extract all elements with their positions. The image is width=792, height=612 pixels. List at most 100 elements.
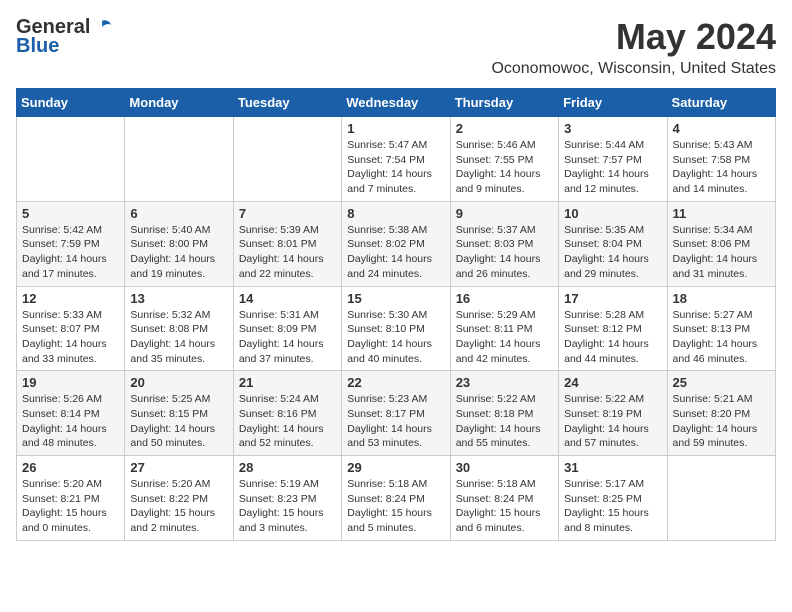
day-info: Sunrise: 5:25 AMSunset: 8:15 PMDaylight:… [130,392,227,451]
day-info: Sunrise: 5:20 AMSunset: 8:21 PMDaylight:… [22,477,119,536]
day-number: 12 [22,291,119,306]
table-row: 18Sunrise: 5:27 AMSunset: 8:13 PMDayligh… [667,286,775,371]
header: General Blue May 2024 Oconomowoc, Wiscon… [16,16,776,78]
day-info: Sunrise: 5:29 AMSunset: 8:11 PMDaylight:… [456,308,553,367]
day-info: Sunrise: 5:20 AMSunset: 8:22 PMDaylight:… [130,477,227,536]
logo-blue: Blue [16,35,59,58]
day-number: 5 [22,206,119,221]
day-info: Sunrise: 5:30 AMSunset: 8:10 PMDaylight:… [347,308,444,367]
day-info: Sunrise: 5:28 AMSunset: 8:12 PMDaylight:… [564,308,661,367]
day-number: 3 [564,121,661,136]
day-info: Sunrise: 5:23 AMSunset: 8:17 PMDaylight:… [347,392,444,451]
day-number: 7 [239,206,336,221]
logo: General Blue [16,16,113,58]
col-saturday: Saturday [667,89,775,117]
calendar-week-row: 1Sunrise: 5:47 AMSunset: 7:54 PMDaylight… [17,117,776,202]
day-info: Sunrise: 5:22 AMSunset: 8:19 PMDaylight:… [564,392,661,451]
col-thursday: Thursday [450,89,558,117]
day-info: Sunrise: 5:38 AMSunset: 8:02 PMDaylight:… [347,223,444,282]
table-row: 9 Sunrise: 5:37 AMSunset: 8:03 PMDaylight… [450,201,558,286]
day-number: 29 [347,460,444,475]
col-monday: Monday [125,89,233,117]
day-number: 14 [239,291,336,306]
table-row: 29 Sunrise: 5:18 AMSunset: 8:24 PMDayligh… [342,456,450,541]
table-row: 21Sunrise: 5:24 AMSunset: 8:16 PMDayligh… [233,371,341,456]
day-number: 4 [673,121,770,136]
day-number: 2 [456,121,553,136]
day-number: 15 [347,291,444,306]
day-number: 30 [456,460,553,475]
table-row: 15 Sunrise: 5:30 AMSunset: 8:10 PMDayligh… [342,286,450,371]
day-number: 28 [239,460,336,475]
day-info: Sunrise: 5:46 AMSunset: 7:55 PMDaylight:… [456,138,553,197]
title-area: May 2024 Oconomowoc, Wisconsin, United S… [491,16,776,78]
day-number: 18 [673,291,770,306]
table-row: 11 Sunrise: 5:34 AMSunset: 8:06 PMDayligh… [667,201,775,286]
table-row [667,456,775,541]
day-number: 31 [564,460,661,475]
day-info: Sunrise: 5:37 AMSunset: 8:03 PMDaylight:… [456,223,553,282]
table-row: 4 Sunrise: 5:43 AMSunset: 7:58 PMDaylight… [667,117,775,202]
table-row: 3 Sunrise: 5:44 AMSunset: 7:57 PMDaylight… [559,117,667,202]
col-wednesday: Wednesday [342,89,450,117]
table-row: 5 Sunrise: 5:42 AMSunset: 7:59 PMDaylight… [17,201,125,286]
table-row: 6Sunrise: 5:40 AMSunset: 8:00 PMDaylight… [125,201,233,286]
day-number: 9 [456,206,553,221]
day-number: 20 [130,375,227,390]
day-info: Sunrise: 5:17 AMSunset: 8:25 PMDaylight:… [564,477,661,536]
day-number: 26 [22,460,119,475]
calendar-week-row: 12Sunrise: 5:33 AMSunset: 8:07 PMDayligh… [17,286,776,371]
day-info: Sunrise: 5:47 AMSunset: 7:54 PMDaylight:… [347,138,444,197]
day-number: 19 [22,375,119,390]
day-info: Sunrise: 5:42 AMSunset: 7:59 PMDaylight:… [22,223,119,282]
month-title: May 2024 [491,16,776,58]
day-number: 27 [130,460,227,475]
table-row: 24Sunrise: 5:22 AMSunset: 8:19 PMDayligh… [559,371,667,456]
table-row: 12Sunrise: 5:33 AMSunset: 8:07 PMDayligh… [17,286,125,371]
day-number: 22 [347,375,444,390]
table-row: 16 Sunrise: 5:29 AMSunset: 8:11 PMDayligh… [450,286,558,371]
table-row [17,117,125,202]
table-row: 14 Sunrise: 5:31 AMSunset: 8:09 PMDayligh… [233,286,341,371]
day-info: Sunrise: 5:31 AMSunset: 8:09 PMDaylight:… [239,308,336,367]
day-info: Sunrise: 5:21 AMSunset: 8:20 PMDaylight:… [673,392,770,451]
calendar-week-row: 5 Sunrise: 5:42 AMSunset: 7:59 PMDaylight… [17,201,776,286]
table-row [233,117,341,202]
day-number: 17 [564,291,661,306]
table-row: 13Sunrise: 5:32 AMSunset: 8:08 PMDayligh… [125,286,233,371]
table-row: 26 Sunrise: 5:20 AMSunset: 8:21 PMDayligh… [17,456,125,541]
table-row: 27 Sunrise: 5:20 AMSunset: 8:22 PMDayligh… [125,456,233,541]
day-info: Sunrise: 5:35 AMSunset: 8:04 PMDaylight:… [564,223,661,282]
day-info: Sunrise: 5:39 AMSunset: 8:01 PMDaylight:… [239,223,336,282]
day-info: Sunrise: 5:18 AMSunset: 8:24 PMDaylight:… [347,477,444,536]
calendar-header-row: Sunday Monday Tuesday Wednesday Thursday… [17,89,776,117]
day-number: 25 [673,375,770,390]
day-info: Sunrise: 5:32 AMSunset: 8:08 PMDaylight:… [130,308,227,367]
day-number: 23 [456,375,553,390]
calendar: Sunday Monday Tuesday Wednesday Thursday… [16,88,776,541]
day-info: Sunrise: 5:34 AMSunset: 8:06 PMDaylight:… [673,223,770,282]
table-row: 31 Sunrise: 5:17 AMSunset: 8:25 PMDayligh… [559,456,667,541]
table-row: 2 Sunrise: 5:46 AMSunset: 7:55 PMDaylight… [450,117,558,202]
day-info: Sunrise: 5:43 AMSunset: 7:58 PMDaylight:… [673,138,770,197]
day-info: Sunrise: 5:44 AMSunset: 7:57 PMDaylight:… [564,138,661,197]
table-row: 7 Sunrise: 5:39 AMSunset: 8:01 PMDaylight… [233,201,341,286]
table-row: 10 Sunrise: 5:35 AMSunset: 8:04 PMDayligh… [559,201,667,286]
day-number: 10 [564,206,661,221]
table-row: 8 Sunrise: 5:38 AMSunset: 8:02 PMDaylight… [342,201,450,286]
day-number: 6 [130,206,227,221]
day-info: Sunrise: 5:22 AMSunset: 8:18 PMDaylight:… [456,392,553,451]
col-friday: Friday [559,89,667,117]
day-number: 8 [347,206,444,221]
day-number: 11 [673,206,770,221]
table-row [125,117,233,202]
calendar-week-row: 26 Sunrise: 5:20 AMSunset: 8:21 PMDayligh… [17,456,776,541]
logo-bird-icon [91,17,113,39]
table-row: 1Sunrise: 5:47 AMSunset: 7:54 PMDaylight… [342,117,450,202]
table-row: 28 Sunrise: 5:19 AMSunset: 8:23 PMDayligh… [233,456,341,541]
table-row: 30 Sunrise: 5:18 AMSunset: 8:24 PMDayligh… [450,456,558,541]
day-info: Sunrise: 5:19 AMSunset: 8:23 PMDaylight:… [239,477,336,536]
day-info: Sunrise: 5:18 AMSunset: 8:24 PMDaylight:… [456,477,553,536]
table-row: 23 Sunrise: 5:22 AMSunset: 8:18 PMDayligh… [450,371,558,456]
day-number: 16 [456,291,553,306]
